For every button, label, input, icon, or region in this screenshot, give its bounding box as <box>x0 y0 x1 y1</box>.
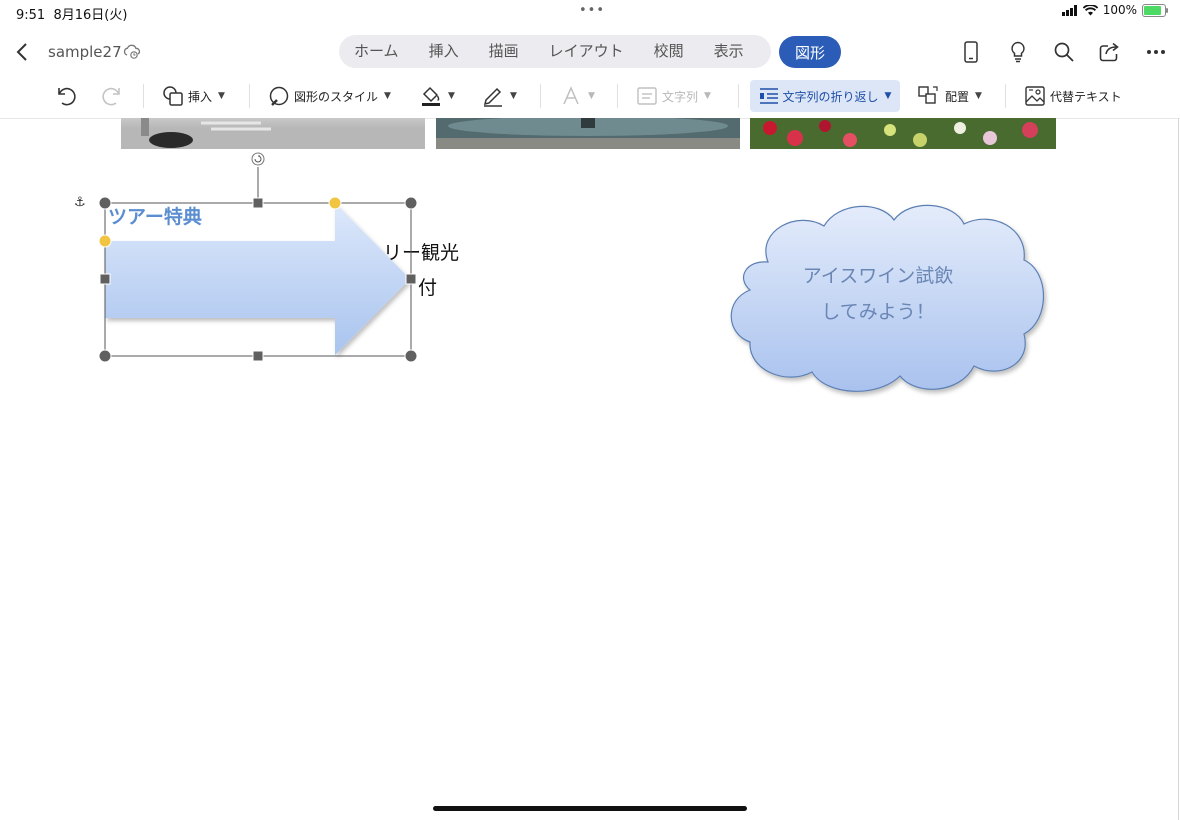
wrap-text-label: 文字列の折り返し <box>782 89 879 104</box>
resize-handle-left[interactable] <box>99 273 111 285</box>
chevron-down-icon: ▼ <box>448 91 455 101</box>
text-effects-icon <box>563 86 579 105</box>
street-photo[interactable] <box>121 118 425 149</box>
right-arrow-shape[interactable] <box>105 203 410 355</box>
tab-draw[interactable]: 描画 <box>474 35 534 68</box>
wifi-icon <box>1082 4 1098 15</box>
anchor-icon[interactable]: ⚓ <box>74 195 86 210</box>
chevron-down-icon: ▼ <box>218 91 225 101</box>
text-direction-label: 文字列 <box>662 89 699 104</box>
cloud-text-line: アイスワイン試飲 <box>802 265 954 287</box>
resize-handle-top-left[interactable] <box>98 196 112 210</box>
resize-handle-bottom-right[interactable] <box>404 349 418 363</box>
arrange-button[interactable]: 配置 ▼ <box>917 80 982 112</box>
cloud-sync-icon[interactable] <box>123 44 141 64</box>
adjust-handle-shaft[interactable] <box>98 234 112 248</box>
ribbon-divider <box>249 84 250 108</box>
arrange-icon <box>918 86 938 104</box>
shape-style-icon <box>269 86 289 106</box>
tab-view[interactable]: 表示 <box>699 35 759 68</box>
adjust-handle-head[interactable] <box>328 196 342 210</box>
undo-button[interactable] <box>54 80 78 112</box>
home-indicator[interactable] <box>433 806 747 811</box>
chevron-down-icon: ▼ <box>588 91 595 101</box>
chevron-down-icon: ▼ <box>704 91 711 101</box>
shape-style-button[interactable]: 図形のスタイル ▼ <box>268 80 391 112</box>
insert-shape-button[interactable]: 挿入 ▼ <box>162 80 225 112</box>
resize-handle-top-right[interactable] <box>404 196 418 210</box>
chevron-down-icon: ▼ <box>510 91 517 101</box>
tab-review[interactable]: 校閲 <box>639 35 699 68</box>
wrap-text-button[interactable]: 文字列の折り返し ▼ <box>750 80 900 112</box>
alt-text-label: 代替テキスト <box>1050 89 1122 104</box>
ribbon-divider <box>540 84 541 108</box>
search-icon[interactable] <box>1050 38 1078 66</box>
rotate-handle[interactable] <box>251 152 265 166</box>
resize-handle-bottom-left[interactable] <box>98 349 112 363</box>
tab-home[interactable]: ホーム <box>339 35 414 68</box>
text-direction-button[interactable]: 文字列 ▼ <box>636 80 711 112</box>
chevron-down-icon: ▼ <box>975 91 982 101</box>
cloud-text-line: してみよう！ <box>821 301 935 323</box>
text-effects-button[interactable]: ▼ <box>560 80 595 112</box>
page-right-edge <box>1178 118 1179 820</box>
arrow-shape-selected[interactable] <box>90 150 430 370</box>
redo-icon <box>102 87 120 106</box>
fountain-photo[interactable] <box>436 118 740 149</box>
ribbon-divider <box>738 84 739 108</box>
flower-bed-photo[interactable] <box>750 118 1056 149</box>
tab-shape[interactable]: 図形 <box>779 36 841 68</box>
wrap-text-icon <box>759 88 778 104</box>
redo-button[interactable] <box>100 80 124 112</box>
ribbon-divider <box>143 84 144 108</box>
insert-shape-label: 挿入 <box>188 89 213 104</box>
shapes-icon <box>163 86 183 106</box>
ribbon-tab-bar: ホーム 挿入 描画 レイアウト 校閲 表示 <box>339 35 771 68</box>
ribbon-divider <box>1005 84 1006 108</box>
tab-layout[interactable]: レイアウト <box>534 35 639 68</box>
shape-style-label: 図形のスタイル <box>294 89 379 104</box>
signal-icon <box>1061 4 1077 16</box>
battery-icon <box>1142 3 1168 17</box>
arrange-label: 配置 <box>945 89 970 104</box>
status-date: 8月16日(火) <box>53 8 128 23</box>
chevron-left-icon <box>16 43 27 61</box>
alt-text-icon <box>1025 86 1045 106</box>
undo-icon <box>58 87 76 106</box>
text-box-icon <box>637 87 657 105</box>
back-button[interactable] <box>8 38 36 66</box>
share-icon[interactable] <box>1096 38 1124 66</box>
status-indicators: 100% <box>1061 3 1168 17</box>
paint-bucket-icon <box>422 86 440 106</box>
resize-handle-top[interactable] <box>252 197 264 209</box>
multitasking-dots[interactable]: ••• <box>579 3 605 18</box>
alt-text-button[interactable]: 代替テキスト <box>1024 80 1122 112</box>
document-title[interactable]: sample27 <box>48 43 122 61</box>
resize-handle-bottom[interactable] <box>252 350 264 362</box>
shape-fill-button[interactable]: ▼ <box>420 80 455 112</box>
chevron-down-icon: ▼ <box>384 91 391 101</box>
shape-outline-button[interactable]: ▼ <box>482 80 517 112</box>
status-clock: 9:51 <box>16 8 46 23</box>
battery-percent: 100% <box>1102 3 1137 17</box>
cloud-text[interactable]: アイスワイン試飲 してみよう！ <box>760 258 996 330</box>
phone-view-icon[interactable] <box>957 38 985 66</box>
pen-outline-icon <box>483 87 502 107</box>
more-options-icon[interactable] <box>1142 38 1170 66</box>
tab-insert[interactable]: 挿入 <box>414 35 474 68</box>
lightbulb-icon[interactable] <box>1004 38 1032 66</box>
status-time: 9:51 8月16日(火) <box>16 4 127 23</box>
ribbon-divider <box>617 84 618 108</box>
resize-handle-right[interactable] <box>405 273 417 285</box>
chevron-down-icon: ▼ <box>884 91 892 101</box>
